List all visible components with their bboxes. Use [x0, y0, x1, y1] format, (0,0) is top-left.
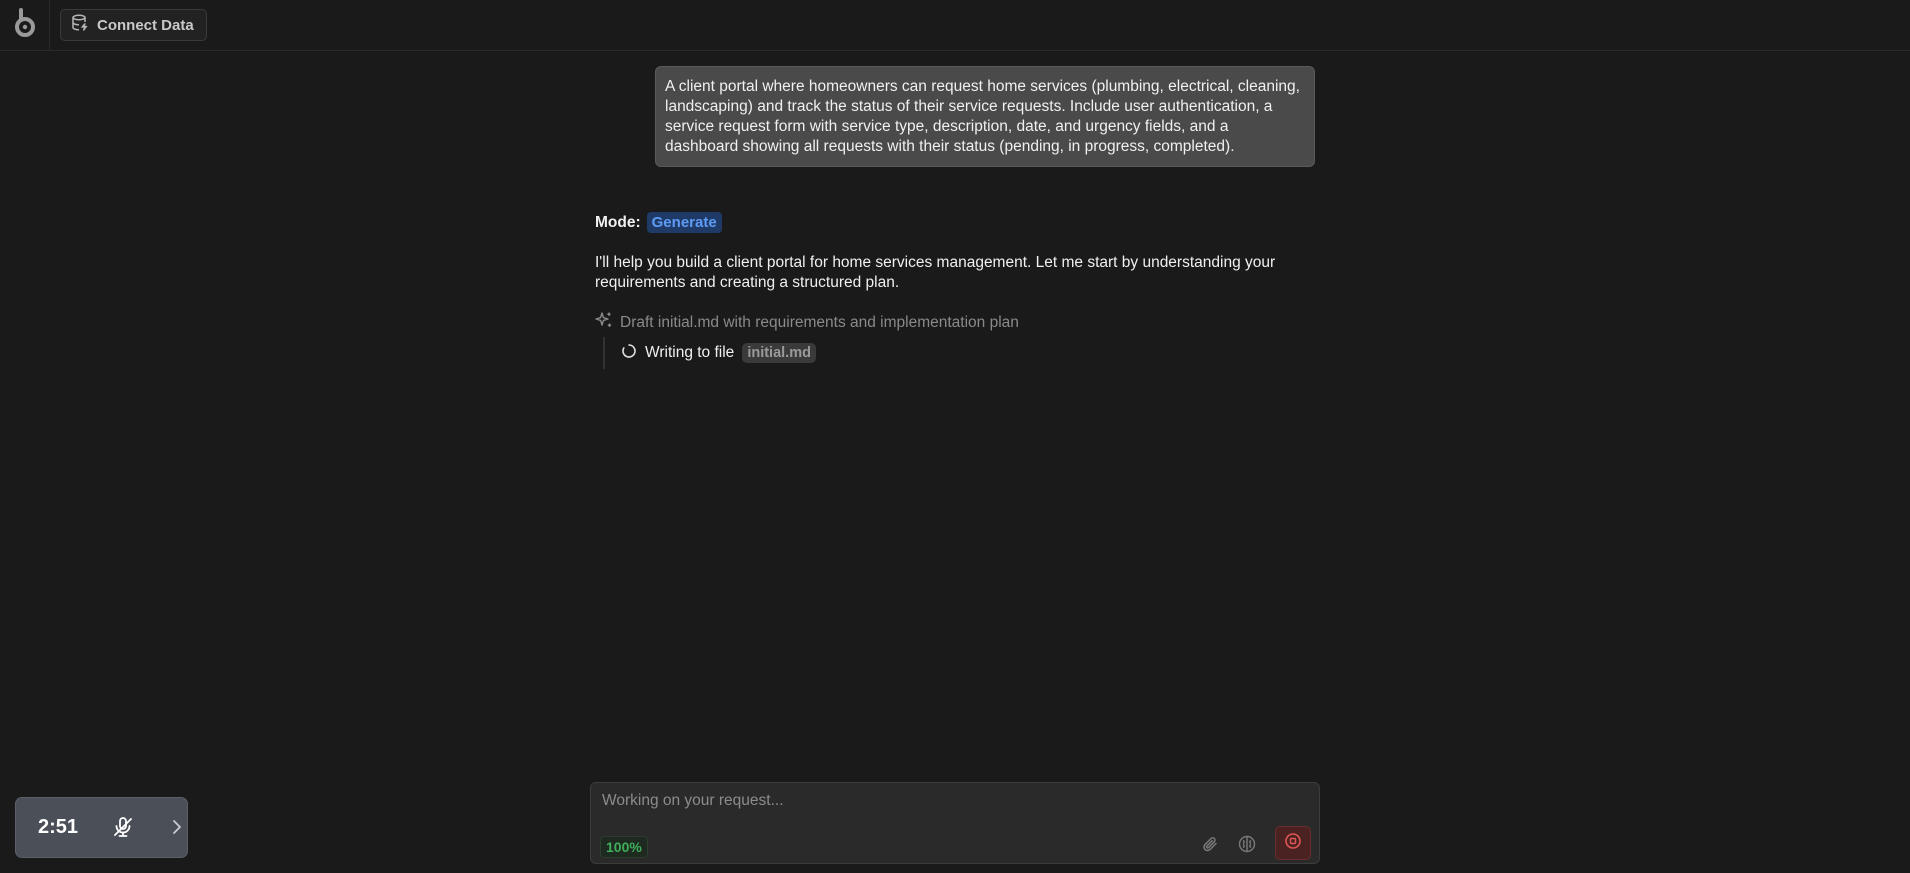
connect-data-button[interactable]: Connect Data [60, 9, 207, 41]
message-composer: 100% [590, 782, 1320, 864]
subtask-label: Writing to file [645, 344, 735, 361]
expand-button[interactable] [168, 817, 186, 841]
chat-thread: A client portal where homeowners can req… [595, 66, 1315, 369]
subtask-item: Writing to file initial.md [603, 337, 1315, 369]
recording-timer: 2:51 [38, 816, 79, 838]
file-chip[interactable]: initial.md [742, 343, 816, 363]
user-message: A client portal where homeowners can req… [655, 66, 1315, 167]
database-icon [71, 14, 89, 36]
connect-data-label: Connect Data [97, 16, 194, 34]
top-bar: Connect Data [0, 0, 1910, 51]
mode-badge: Generate [646, 212, 722, 233]
assistant-message: I'll help you build a client portal for … [595, 254, 1276, 291]
stop-button[interactable] [1275, 826, 1311, 860]
chevron-right-icon [171, 819, 183, 840]
mode-row: Mode: Generate [595, 212, 1315, 233]
paperclip-icon [1201, 835, 1219, 858]
app-logo[interactable] [0, 0, 50, 50]
message-input[interactable] [600, 791, 1300, 811]
brain-icon [1237, 834, 1257, 859]
attach-button[interactable] [1195, 831, 1225, 861]
task-label: Draft initial.md with requirements and i… [620, 313, 1019, 331]
task-item: Draft initial.md with requirements and i… [595, 311, 1315, 334]
sparkle-icon [595, 311, 613, 334]
mic-off-icon [111, 815, 135, 844]
stop-icon [1284, 832, 1302, 855]
mute-toggle-button[interactable] [106, 812, 140, 846]
brain-button[interactable] [1232, 831, 1262, 861]
mode-label: Mode: [595, 213, 641, 231]
app-logo-icon [13, 7, 37, 43]
recording-widget: 2:51 [15, 797, 188, 858]
spinner-icon [621, 343, 637, 364]
progress-badge: 100% [600, 836, 648, 858]
